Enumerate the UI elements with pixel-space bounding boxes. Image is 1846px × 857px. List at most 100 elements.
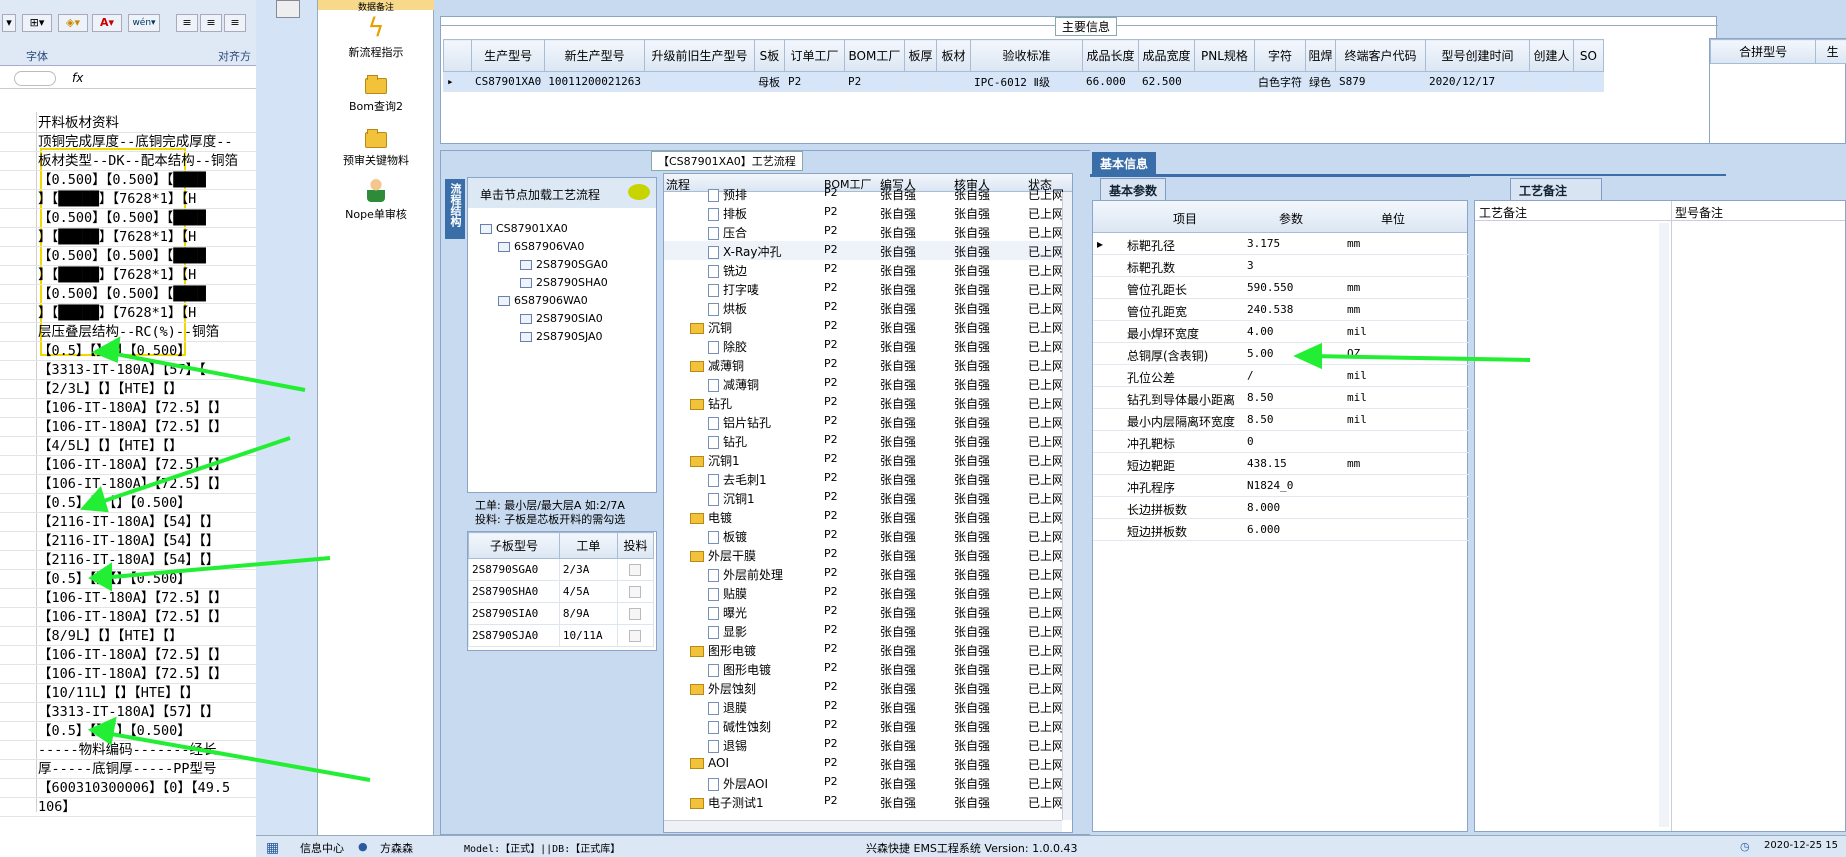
excel-row[interactable]: 【106-IT-180A】【72.5】【】 — [0, 665, 256, 684]
excel-row[interactable]: 【106-IT-180A】【72.5】【】 — [0, 589, 256, 608]
main-info-cell[interactable]: CS87901XA0 — [470, 71, 546, 92]
excel-row[interactable]: 开料板材资料 — [0, 114, 256, 133]
flow-row[interactable]: 排板 P2 张自强 张自强 已上网 — [664, 203, 1064, 222]
main-info-header[interactable]: 订单工厂 — [783, 39, 845, 72]
flow-hscrollbar[interactable] — [664, 820, 1062, 832]
flow-row[interactable]: 打字唛 P2 张自强 张自强 已上网 — [664, 279, 1064, 298]
excel-row[interactable]: 【0.500】【0.500】【████ — [0, 171, 256, 190]
excel-row[interactable]: 】【█████】【7628*1】【H — [0, 266, 256, 285]
excel-row[interactable]: 【600310300006】【0】【49.5 — [0, 779, 256, 798]
param-row[interactable]: 最小焊环宽度 4.00 mil — [1093, 321, 1469, 343]
main-info-header[interactable]: 阻焊 — [1304, 39, 1336, 72]
excel-row[interactable]: 【0.5】【】【】【0.500】 — [0, 342, 256, 361]
flow-row[interactable]: 贴膜 P2 张自强 张自强 已上网 — [664, 583, 1064, 602]
ribbon-dropdown[interactable]: ▾ — [2, 14, 16, 32]
fill-color-button[interactable]: ◈▾ — [58, 14, 88, 32]
main-info-cell[interactable]: 10011200021263 — [544, 71, 645, 92]
align-center-button[interactable]: ≡ — [200, 14, 222, 32]
excel-row[interactable]: 【106-IT-180A】【72.5】【】 — [0, 456, 256, 475]
main-info-cell[interactable] — [643, 71, 755, 92]
flow-row[interactable]: 沉铜 P2 张自强 张自强 已上网 — [664, 317, 1064, 336]
remark-scrollbar[interactable] — [1659, 223, 1669, 827]
name-box[interactable] — [14, 71, 56, 86]
row-indicator[interactable]: ▸ — [443, 71, 472, 92]
main-info-header[interactable]: BOM工厂 — [843, 39, 905, 72]
chat-icon[interactable] — [628, 184, 650, 200]
tree-node[interactable]: 6S87906WA0 — [498, 294, 588, 307]
feed-checkbox[interactable] — [629, 564, 642, 576]
flow-row[interactable]: 除胶 P2 张自强 张自强 已上网 — [664, 336, 1064, 355]
flow-row[interactable]: 铣边 P2 张自强 张自强 已上网 — [664, 260, 1064, 279]
main-info-header[interactable]: 创建人 — [1528, 39, 1574, 72]
align-left-button[interactable]: ≡ — [176, 14, 198, 32]
main-info-header[interactable]: 升级前旧生产型号 — [643, 39, 755, 72]
main-info-cell[interactable]: 66.000 — [1081, 71, 1139, 92]
main-info-cell[interactable]: S879 — [1334, 71, 1426, 92]
main-info-header[interactable]: 新生产型号 — [544, 39, 645, 72]
main-info-header[interactable]: 生产型号 — [470, 39, 546, 72]
tool-nope-review[interactable]: Nope单审核 — [318, 176, 434, 222]
param-row[interactable]: 短边靶距 438.15 mm — [1093, 453, 1469, 475]
main-info-header[interactable]: 成品长度 — [1081, 39, 1139, 72]
flow-row[interactable]: 去毛刺1 P2 张自强 张自强 已上网 — [664, 469, 1064, 488]
tool-bom-query[interactable]: Bom查询2 — [318, 72, 434, 114]
param-row[interactable]: ▸ 标靶孔径 3.175 mm — [1093, 233, 1469, 255]
feed-checkbox[interactable] — [629, 608, 642, 620]
flow-row[interactable]: 电镀 P2 张自强 张自强 已上网 — [664, 507, 1064, 526]
subboard-row[interactable]: 2S8790SGA0 2/3A — [468, 558, 655, 581]
excel-row[interactable]: 层压叠层结构--RC(%)--铜箔 — [0, 323, 256, 342]
excel-row[interactable]: 【106-IT-180A】【72.5】【】 — [0, 608, 256, 627]
tree-node[interactable]: CS87901XA0 — [480, 222, 568, 235]
param-row[interactable]: 钻孔到导体最小距离 8.50 mil — [1093, 387, 1469, 409]
main-info-cell[interactable] — [935, 71, 971, 92]
main-info-cell[interactable]: 母板 — [753, 71, 785, 92]
tree-node[interactable]: 6S87906VA0 — [498, 240, 584, 253]
flow-row[interactable]: 外层AOI P2 张自强 张自强 已上网 — [664, 773, 1064, 792]
excel-row[interactable]: 【2116-IT-180A】【54】【】 — [0, 551, 256, 570]
tool-data-remark[interactable]: 数据备注 — [318, 0, 434, 13]
flow-row[interactable]: 减薄铜 P2 张自强 张自强 已上网 — [664, 355, 1064, 374]
subboard-row[interactable]: 2S8790SIA0 8/9A — [468, 602, 655, 625]
param-row[interactable]: 总铜厚(含表铜) 5.00 OZ — [1093, 343, 1469, 365]
excel-row[interactable]: 【0.500】【0.500】【████ — [0, 247, 256, 266]
main-info-cell[interactable]: 白色字符 — [1253, 71, 1306, 92]
flow-row[interactable]: 电子测试1 P2 张自强 张自强 已上网 — [664, 792, 1064, 811]
param-row[interactable]: 冲孔程序 N1824_0 — [1093, 475, 1469, 497]
main-info-cell[interactable] — [1528, 71, 1574, 92]
formula-bar[interactable]: fx — [0, 69, 256, 89]
main-info-cell[interactable]: P2 — [843, 71, 905, 92]
param-row[interactable]: 短边拼板数 6.000 — [1093, 519, 1469, 541]
excel-row[interactable]: 【3313-IT-180A】【57】【】 — [0, 703, 256, 722]
flow-row[interactable]: 碱性蚀刻 P2 张自强 张自强 已上网 — [664, 716, 1064, 735]
tab-basic-info[interactable]: 基本信息 — [1092, 152, 1157, 174]
tab-process-remark[interactable]: 工艺备注 — [1510, 178, 1602, 200]
main-info-header[interactable]: 终端客户代码 — [1334, 39, 1426, 72]
main-info-header[interactable]: S板 — [753, 39, 785, 72]
flow-row[interactable]: 烘板 P2 张自强 张自强 已上网 — [664, 298, 1064, 317]
vtab-flow-structure[interactable]: 流程结构 — [445, 179, 465, 239]
nav-icon[interactable] — [276, 0, 300, 18]
main-info-header[interactable]: 板厚 — [903, 39, 937, 72]
excel-row[interactable]: 【3313-IT-180A】【57】【 — [0, 361, 256, 380]
excel-row[interactable]: 【8/9L】【】【HTE】【】 — [0, 627, 256, 646]
flow-row[interactable]: 图形电镀 P2 张自强 张自强 已上网 — [664, 659, 1064, 678]
tab-basic-params[interactable]: 基本参数 — [1100, 178, 1167, 200]
main-info-cell[interactable]: 绿色 — [1304, 71, 1336, 92]
excel-row[interactable]: 【0.500】【0.500】【████ — [0, 285, 256, 304]
param-row[interactable]: 冲孔靶标 0 — [1093, 431, 1469, 453]
excel-row[interactable]: 顶铜完成厚度--底铜完成厚度-- — [0, 133, 256, 152]
flow-row[interactable]: 沉铜1 P2 张自强 张自强 已上网 — [664, 450, 1064, 469]
flow-row[interactable]: 曝光 P2 张自强 张自强 已上网 — [664, 602, 1064, 621]
main-info-cell[interactable] — [903, 71, 937, 92]
feed-checkbox[interactable] — [629, 630, 642, 642]
flow-row[interactable]: 钻孔 P2 张自强 张自强 已上网 — [664, 393, 1064, 412]
param-row[interactable]: 孔位公差 / mil — [1093, 365, 1469, 387]
param-row[interactable]: 最小内层隔离环宽度 8.50 mil — [1093, 409, 1469, 431]
excel-row[interactable]: 【106-IT-180A】【72.5】【】 — [0, 475, 256, 494]
main-info-header[interactable]: 型号创建时间 — [1424, 39, 1530, 72]
main-info-header[interactable]: PNL规格 — [1193, 39, 1255, 72]
excel-row[interactable]: 【4/5L】【】【HTE】【】 — [0, 437, 256, 456]
excel-row[interactable]: 【0.5】【】【】【0.500】 — [0, 722, 256, 741]
flow-scrollbar[interactable] — [1062, 192, 1072, 820]
main-info-cell[interactable]: 62.500 — [1137, 71, 1195, 92]
